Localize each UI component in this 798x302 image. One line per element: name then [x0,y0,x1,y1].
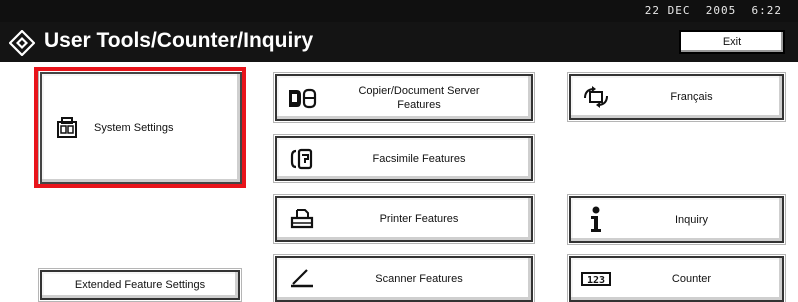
svg-text:123: 123 [587,275,605,286]
facsimile-label: Facsimile Features [372,152,466,165]
extended-feature-settings-button[interactable]: Extended Feature Settings [38,268,242,302]
printer-icon [287,208,317,230]
extended-feature-settings-label: Extended Feature Settings [74,279,206,291]
facsimile-icon [287,147,317,171]
system-settings-button[interactable]: System Settings [38,70,244,186]
system-settings-label: System Settings [94,122,174,134]
exit-button[interactable]: Exit [679,30,785,54]
inquiry-button[interactable]: Inquiry [567,194,786,245]
printer-features-button[interactable]: Printer Features [273,194,535,244]
counter-icon: 123 [581,272,611,286]
scanner-features-button[interactable]: Scanner Features [273,254,535,302]
copier-label: Copier/Document Server Features [317,84,531,112]
language-switch-icon [581,86,611,108]
counter-label: Counter [671,273,712,285]
printer-label: Printer Features [379,213,459,225]
info-icon [581,206,611,234]
scanner-label: Scanner Features [375,273,463,285]
facsimile-features-button[interactable]: Facsimile Features [273,134,535,183]
inquiry-label: Inquiry [674,213,709,226]
copier-label-line1: Copier/Document Server [358,84,480,97]
status-bar: 22 DEC 2005 6:22 [0,0,798,22]
copier-document-server-button[interactable]: Copier/Document Server Features [273,72,535,123]
page-title: User Tools/Counter/Inquiry [44,29,314,52]
copier-label-line2: Features [397,98,441,111]
scanner-icon [287,268,317,290]
diamond-tools-icon [8,29,36,57]
date-time: 22 DEC 2005 6:22 [644,4,782,17]
language-label: Français [670,91,713,103]
counter-button[interactable]: 123 Counter [567,254,786,302]
system-settings-icon [52,116,82,140]
copier-document-server-icon [287,87,317,109]
language-button[interactable]: Français [567,72,786,122]
